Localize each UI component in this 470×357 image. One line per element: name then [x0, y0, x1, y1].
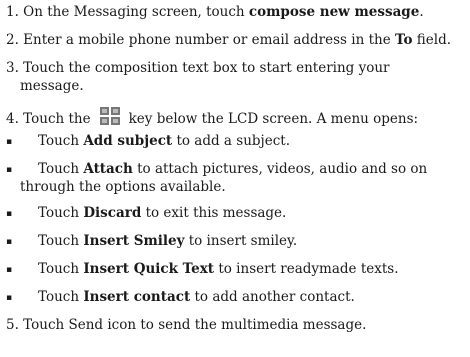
step-4: 4. Touch the key below the LCD screen. A … [6, 106, 418, 127]
menu-item-insert-smiley: Touch Insert Smiley to insert smiley. [38, 233, 298, 249]
menu-key-icon [99, 106, 121, 126]
bullet-marker: ▪ [6, 237, 13, 247]
step-3-line-1: 3. Touch the composition text box to sta… [6, 60, 390, 76]
step-1: 1. On the Messaging screen, touch compos… [6, 4, 424, 20]
compose-new-message-term: compose new message [248, 4, 420, 20]
step-3-line-2: message. [20, 78, 84, 94]
bullet-marker: ▪ [6, 293, 13, 303]
bullet-marker: ▪ [6, 137, 13, 147]
menu-item-discard: Touch Discard to exit this message. [38, 205, 287, 221]
menu-item-attach: Touch Attach to attach pictures, videos,… [38, 161, 428, 177]
menu-item-insert-quick-text: Touch Insert Quick Text to insert readym… [38, 261, 399, 277]
menu-item-insert-contact: Touch Insert contact to add another cont… [38, 289, 355, 305]
bullet-marker: ▪ [6, 209, 13, 219]
to-field-term: To [394, 32, 413, 48]
menu-item-add-subject: Touch Add subject to add a subject. [38, 133, 290, 149]
step-5: 5. Touch Send icon to send the multimedi… [6, 317, 367, 333]
step-2: 2. Enter a mobile phone number or email … [6, 32, 452, 48]
menu-item-attach-continuation: through the options available. [20, 179, 226, 195]
bullet-marker: ▪ [6, 265, 13, 275]
instruction-document: 1. On the Messaging screen, touch compos… [0, 0, 470, 357]
bullet-marker: ▪ [6, 165, 13, 175]
